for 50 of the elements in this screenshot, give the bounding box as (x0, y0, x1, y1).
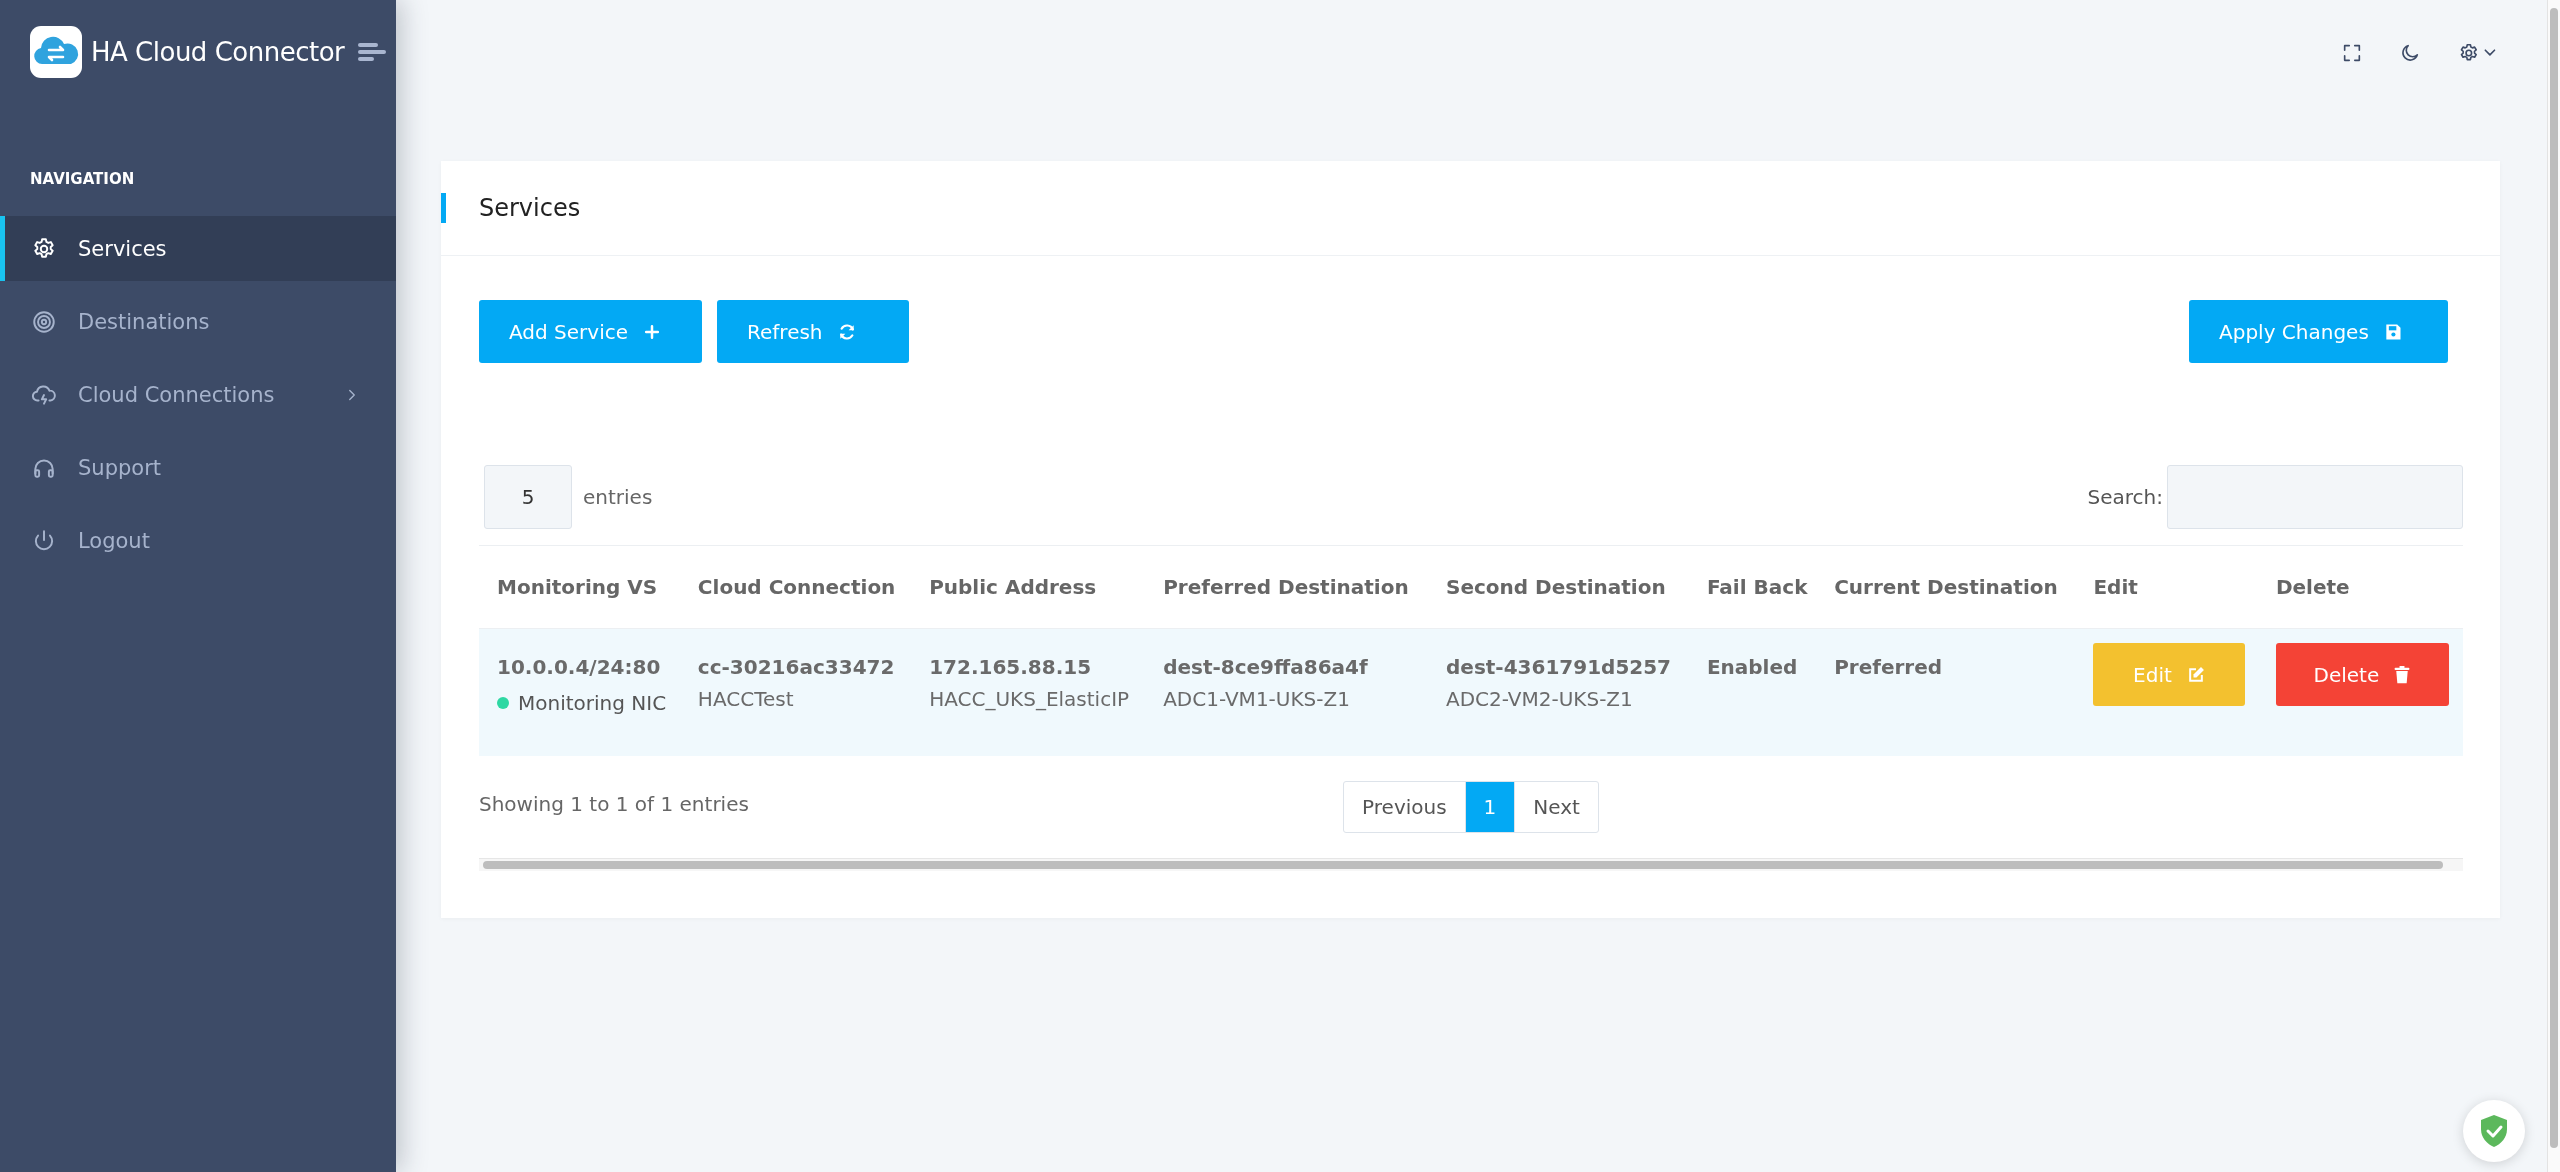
column-header: Edit (2075, 545, 2258, 629)
column-header: Second Destination (1428, 545, 1689, 629)
menu-icon (358, 42, 387, 62)
table-cell-text: ADC2-VM2-UKS-Z1 (1446, 687, 1634, 711)
column-header: Monitoring VS (479, 545, 680, 629)
cloud-logo-icon (30, 26, 82, 78)
app-title: HA Cloud Connector (91, 37, 345, 67)
table-cell-text: cc-30216ac33472 (697, 655, 896, 679)
horizontal-scrollbar[interactable] (479, 858, 2463, 871)
table-cell-text: ADC1-VM1-UKS-Z1 (1163, 687, 1351, 711)
table-cell-text: dest-8ce9ffa86a4f (1163, 655, 1369, 679)
delete-button[interactable]: Delete (2275, 643, 2449, 706)
accent-bar (441, 193, 446, 223)
column-header: Fail Back (1688, 545, 1817, 629)
table-cell-text: HACC_UKS_ElasticIP (929, 687, 1131, 711)
sidebar-item[interactable]: Support (0, 435, 396, 500)
sidebar-item[interactable]: Logout (0, 508, 396, 573)
shield-check-button[interactable] (2463, 1100, 2525, 1162)
shield-check-icon (2479, 1114, 2509, 1148)
sidebar-item[interactable]: Cloud Connections (0, 362, 396, 427)
table-cell-text: Enabled (1706, 655, 1799, 679)
add-button[interactable]: Add Service (479, 300, 702, 363)
entries-label: entries (583, 485, 653, 509)
table-cell-text: HACCTest (697, 687, 795, 711)
apply-button[interactable]: Apply Changes (2189, 300, 2448, 363)
sidebar-item[interactable]: Destinations (0, 289, 396, 354)
pagination-button[interactable]: Next (1514, 782, 1598, 832)
search-label: Search: (2087, 485, 2163, 509)
sidebar-item[interactable]: Services (0, 216, 396, 281)
pagination-button[interactable]: Previous (1344, 782, 1465, 832)
column-header: Current Destination (1816, 545, 2076, 629)
search-field[interactable] (2167, 465, 2463, 529)
column-header: Public Address (911, 545, 1146, 629)
table-cell-text: 10.0.0.4/24:80 (497, 655, 662, 679)
column-header: Cloud Connection (679, 545, 912, 629)
page-size-select[interactable]: 5 (484, 465, 572, 529)
table-cell-text: Preferred (1834, 655, 1944, 679)
table-cell-text: 172.165.88.15 (929, 655, 1093, 679)
table-info: Showing 1 to 1 of 1 entries (479, 791, 750, 816)
target-icon (31, 308, 57, 335)
trash-icon (2393, 664, 2412, 685)
section-label: NAVIGATION (29, 169, 136, 190)
table-cell-text: dest-4361791d5257 (1446, 655, 1673, 679)
refresh-button[interactable]: Refresh (717, 300, 909, 363)
column-header: Delete (2257, 545, 2463, 629)
status-label: Monitoring NIC (518, 691, 667, 715)
card-title: Services (479, 194, 581, 222)
pagination-button[interactable]: 1 (1464, 782, 1515, 832)
column-header: Preferred Destination (1145, 545, 1428, 629)
vertical-scrollbar[interactable] (2547, 0, 2560, 1172)
